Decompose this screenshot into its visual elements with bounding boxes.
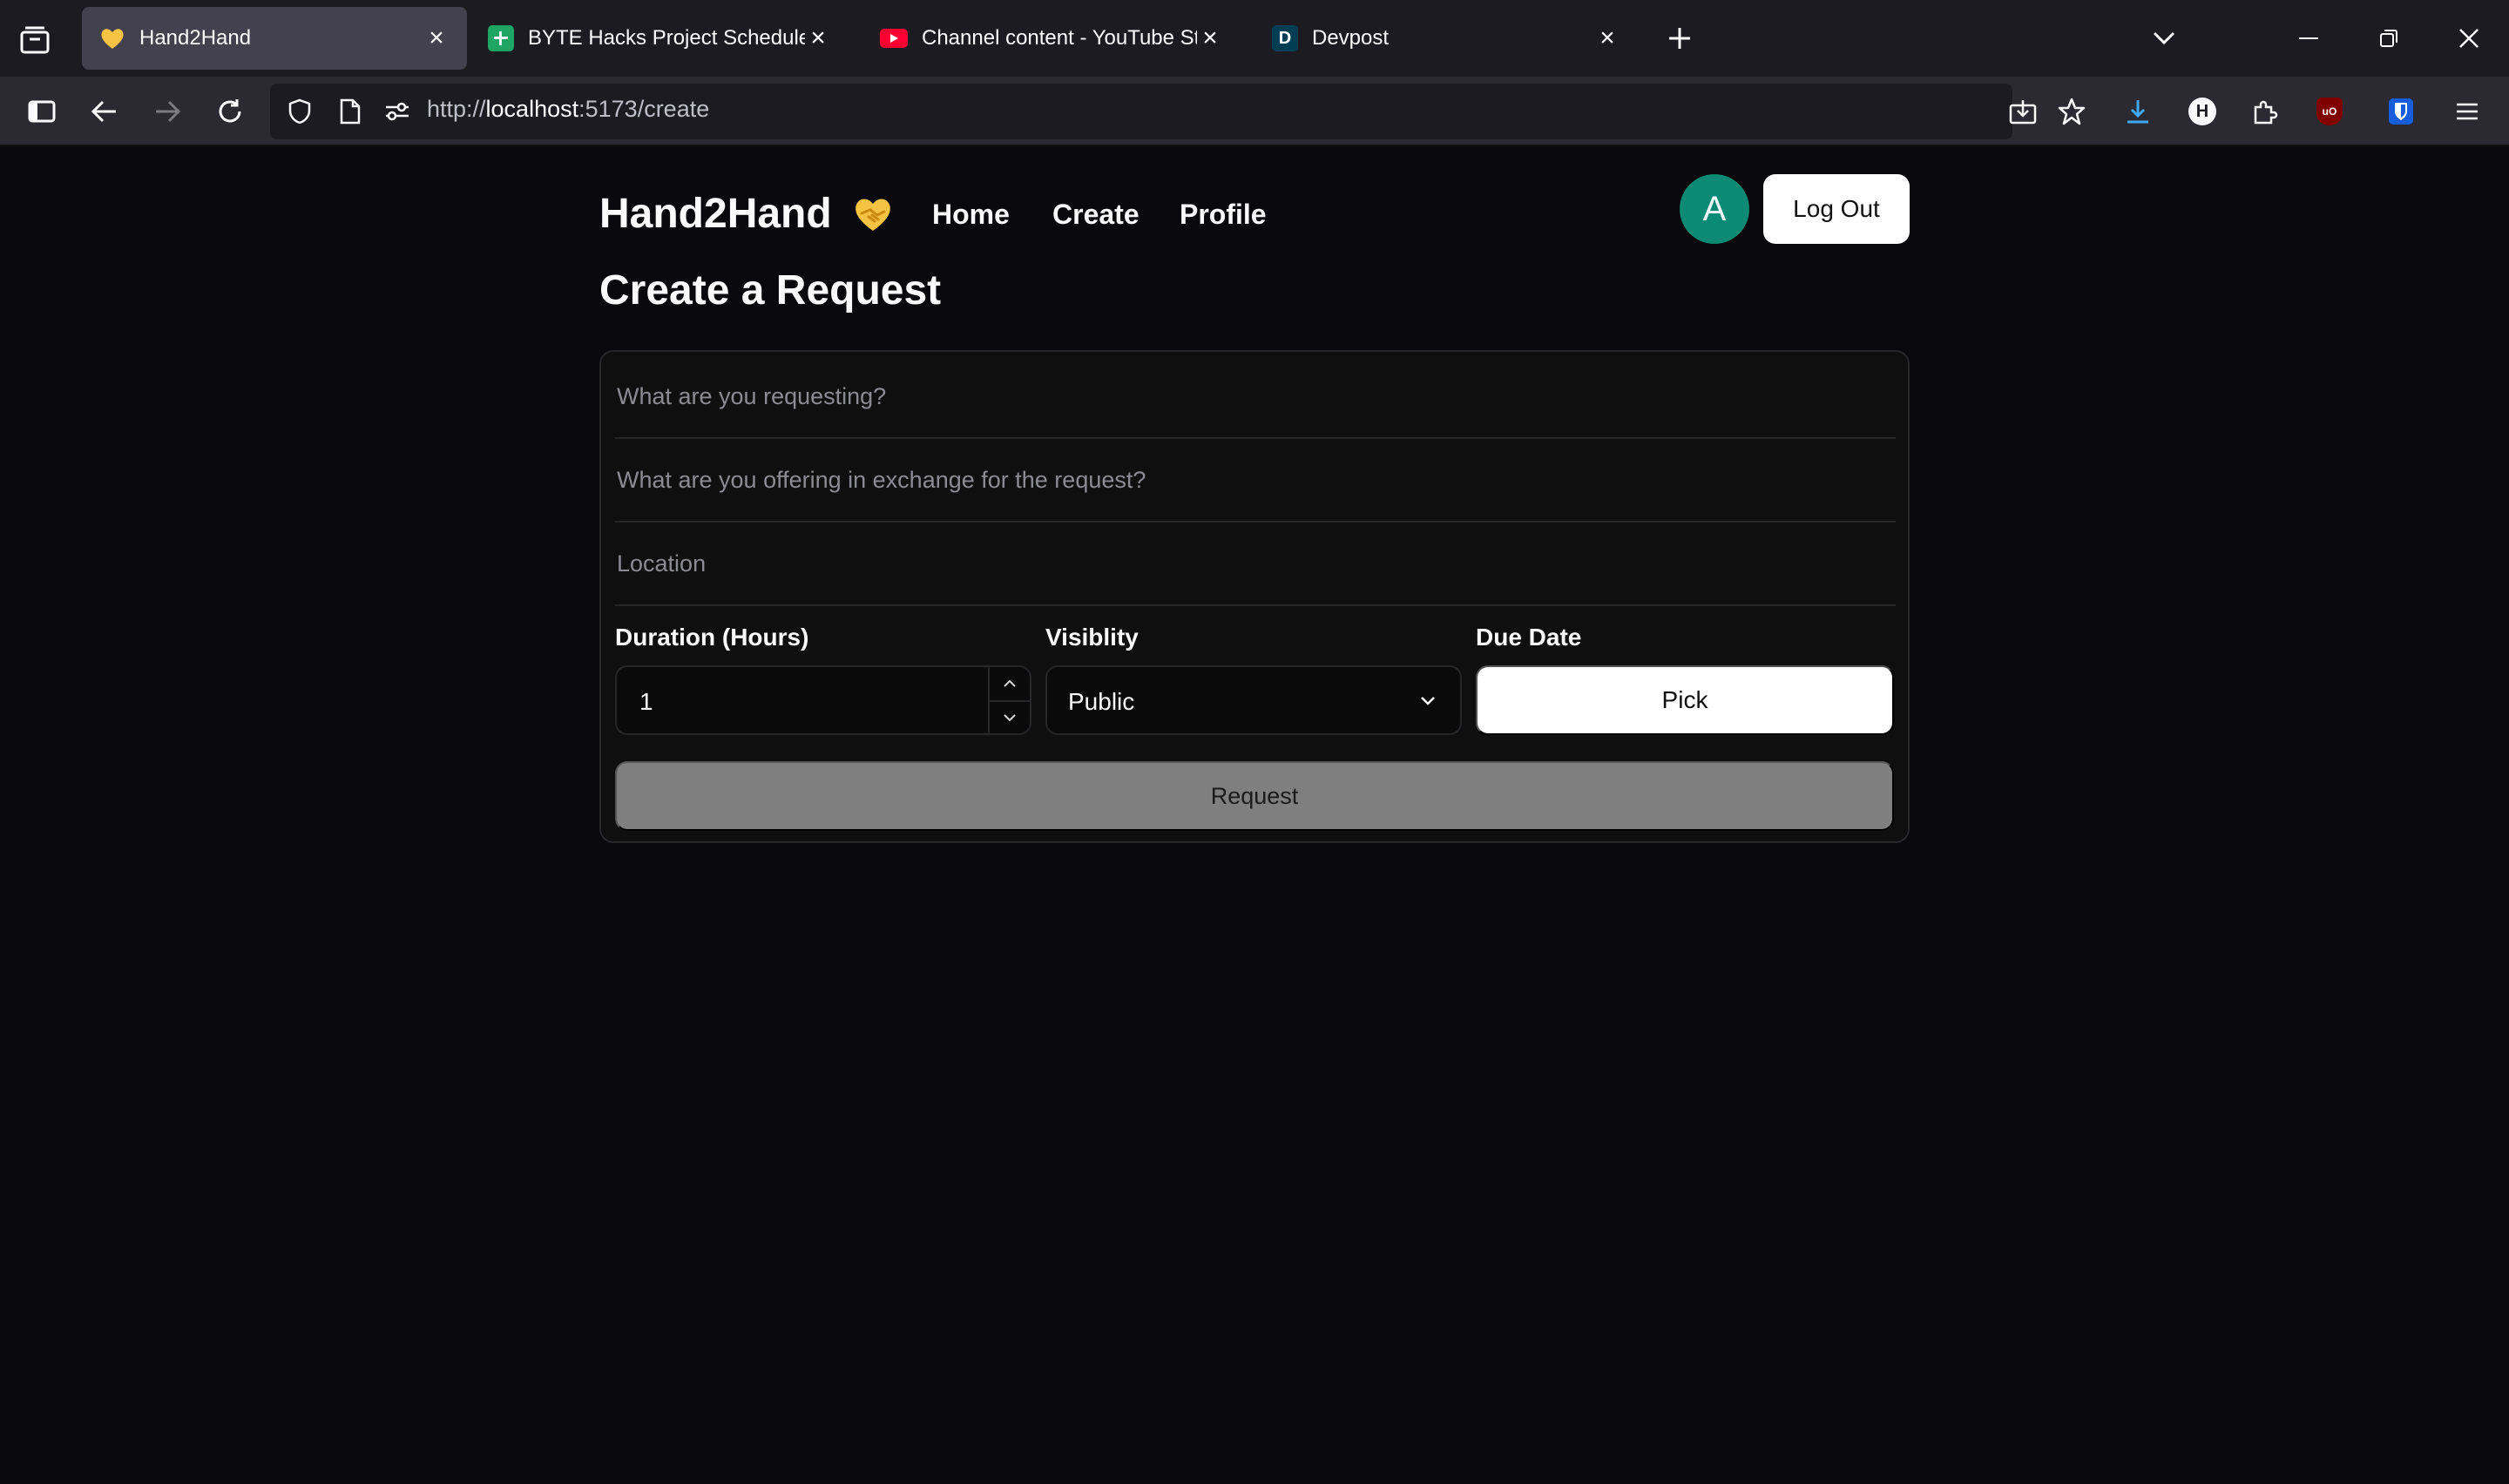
tab-devpost[interactable]: D Devpost × [1254, 7, 1638, 70]
app-menu-icon[interactable] [2445, 89, 2490, 134]
bookmark-star-icon[interactable] [2049, 89, 2094, 134]
increment-button[interactable] [990, 667, 1030, 700]
offer-input[interactable] [617, 439, 1896, 521]
sidebar-toggle-icon[interactable] [19, 89, 64, 134]
list-all-tabs-icon[interactable] [2141, 16, 2187, 61]
request-submit-button[interactable]: Request [615, 761, 1894, 831]
devpost-icon: D [1272, 25, 1298, 51]
page-title: Create a Request [599, 267, 942, 314]
logout-button[interactable]: Log Out [1763, 174, 1910, 244]
save-page-icon[interactable] [2000, 89, 2046, 134]
offer-field [615, 439, 1896, 523]
tab-overview-icon[interactable] [16, 21, 54, 59]
brand-logo[interactable]: Hand2Hand [599, 190, 895, 238]
tab-title: Hand2Hand [139, 26, 252, 50]
ublock-origin-icon[interactable]: uO [2307, 89, 2352, 134]
close-tab-icon[interactable]: × [423, 24, 450, 52]
tab-youtube-studio[interactable]: Channel content - YouTube Stu × [862, 7, 1241, 70]
extension-h-icon[interactable]: H [2180, 89, 2225, 134]
tab-hand2hand[interactable]: Hand2Hand × [82, 7, 467, 70]
visibility-value: Public [1068, 688, 1135, 715]
tab-title: Devpost [1312, 26, 1390, 50]
visibility-select[interactable]: Public [1045, 665, 1462, 735]
location-input[interactable] [617, 523, 1896, 604]
request-input[interactable] [617, 355, 1896, 437]
close-tab-icon[interactable]: × [805, 24, 831, 52]
pick-date-button[interactable]: Pick [1476, 665, 1894, 735]
restore-window-icon[interactable] [2366, 16, 2411, 61]
page-content: Hand2Hand Home Create Profile A Log Out … [0, 148, 2509, 1484]
handshake-heart-icon [99, 25, 125, 51]
ublock-label: uO [2316, 98, 2343, 125]
tab-byte-hacks[interactable]: BYTE Hacks Project Schedule - G × [470, 7, 849, 70]
youtube-icon [880, 29, 908, 48]
close-window-icon[interactable] [2446, 16, 2492, 61]
duration-stepper [988, 667, 1030, 733]
extensions-puzzle-icon[interactable] [2242, 89, 2288, 134]
url-text[interactable]: http://localhost:5173/create [427, 96, 709, 123]
downloads-icon[interactable] [2115, 89, 2161, 134]
due-date-label: Due Date [1476, 624, 1582, 651]
tab-title: Channel content - YouTube Stu [922, 26, 1197, 50]
location-field [615, 523, 1896, 606]
extension-h-label: H [2188, 98, 2216, 125]
close-tab-icon[interactable]: × [1197, 24, 1223, 52]
sheets-icon [488, 25, 514, 51]
bitwarden-icon[interactable] [2378, 89, 2424, 134]
url-path: :5173/create [578, 96, 710, 122]
avatar[interactable]: A [1680, 174, 1749, 244]
browser-tab-bar: Hand2Hand × BYTE Hacks Project Schedule … [0, 0, 2509, 77]
tab-title: BYTE Hacks Project Schedule - G [528, 26, 805, 50]
tracking-protection-shield-icon[interactable] [281, 92, 319, 131]
duration-input[interactable]: 1 [615, 665, 1031, 735]
chevron-down-icon [1421, 697, 1435, 705]
nav-profile[interactable]: Profile [1180, 199, 1267, 231]
close-tab-icon[interactable]: × [1594, 24, 1620, 52]
request-field [615, 355, 1896, 439]
permissions-icon[interactable] [378, 92, 416, 131]
chevron-down-icon [1004, 714, 1016, 722]
duration-value: 1 [639, 688, 653, 715]
nav-home[interactable]: Home [932, 199, 1010, 231]
handshake-heart-icon [851, 192, 895, 236]
browser-toolbar: http://localhost:5173/create H uO [0, 77, 2509, 146]
create-request-form: Duration (Hours) Visiblity Due Date 1 Pu… [599, 350, 1910, 843]
url-scheme: http:// [427, 96, 486, 122]
nav-create[interactable]: Create [1052, 199, 1140, 231]
url-host: localhost [485, 96, 579, 122]
duration-label: Duration (Hours) [615, 624, 809, 651]
chevron-up-icon [1004, 679, 1016, 687]
decrement-button[interactable] [990, 700, 1030, 733]
reload-icon[interactable] [207, 89, 253, 134]
minimize-window-icon[interactable] [2286, 16, 2331, 61]
new-tab-icon[interactable] [1657, 16, 1702, 61]
forward-icon[interactable] [145, 89, 190, 134]
page-info-icon[interactable] [331, 92, 369, 131]
brand-name: Hand2Hand [599, 191, 832, 237]
back-icon[interactable] [82, 89, 127, 134]
visibility-label: Visiblity [1045, 624, 1139, 651]
